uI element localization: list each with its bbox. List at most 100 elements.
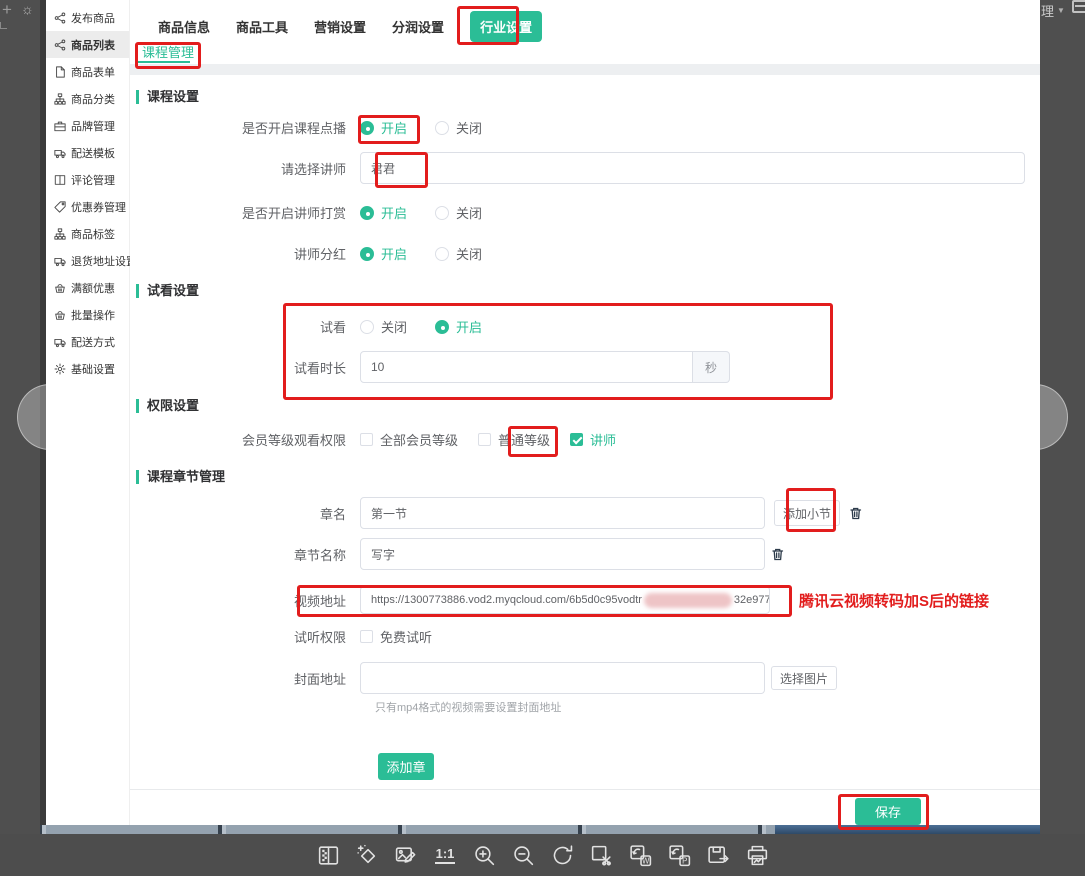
image-viewer-toolbar: 1:1 <box>0 834 1085 876</box>
tip-off-radio[interactable]: 关闭 <box>435 203 482 222</box>
chapter-name-row: 章名 第一节 添加小节 <box>130 497 1040 529</box>
free-audition-checkbox[interactable]: 免费试听 <box>360 627 432 646</box>
tip-on-radio[interactable]: 开启 <box>360 203 407 222</box>
sidebar-item-publish-product[interactable]: 发布商品 <box>46 4 129 31</box>
zoom-in-icon[interactable] <box>471 842 497 868</box>
section-trial-settings: 试看设置 <box>136 284 199 298</box>
viewed-screenshot: 发布商品 商品列表 商品表单 商品分类 品牌管理 配送模板 评论管理 优惠券管理… <box>40 0 1040 834</box>
member-level-row: 会员等级观看权限 全部会员等级 普通等级 讲师 <box>130 430 1040 449</box>
edit-image-icon[interactable] <box>393 842 419 868</box>
chevron-down-icon: ▼ <box>1057 6 1065 15</box>
checkbox-icon <box>360 433 373 446</box>
magic-eraser-icon[interactable] <box>354 842 380 868</box>
radio-off-icon <box>435 121 449 135</box>
sidebar-item-product-category[interactable]: 商品分类 <box>46 85 129 112</box>
brightness-icon: ☼ <box>21 1 34 17</box>
file-icon <box>54 66 66 78</box>
next-image-button[interactable] <box>1002 384 1068 450</box>
section-permission-settings: 权限设置 <box>136 399 199 413</box>
annotation-video-note: 腾讯云视频转码加S后的链接 <box>799 590 989 611</box>
audition-row: 试听权限 免费试听 <box>130 627 1040 646</box>
tab-product-tools[interactable]: 商品工具 <box>236 11 288 42</box>
sidebar-item-delivery-method[interactable]: 配送方式 <box>46 328 129 355</box>
truck-icon <box>54 147 66 159</box>
dividend-on-radio[interactable]: 开启 <box>360 244 407 263</box>
add-chapter-button[interactable]: 添加章 <box>378 753 434 780</box>
print-icon[interactable] <box>744 842 770 868</box>
annotation-box-vod-on <box>358 115 420 144</box>
choose-image-button[interactable]: 选择图片 <box>771 666 837 690</box>
share-icon <box>54 12 66 24</box>
compare-icon[interactable] <box>315 842 341 868</box>
cover-url-input[interactable] <box>360 662 765 694</box>
chevron-left-icon <box>41 408 59 426</box>
cover-hint-text: 只有mp4格式的视频需要设置封面地址 <box>375 699 561 715</box>
sitemap-icon <box>54 228 66 240</box>
sidebar-item-delivery-template[interactable]: 配送模板 <box>46 139 129 166</box>
annotation-box-course-subtab <box>135 42 201 69</box>
checkbox-icon <box>360 630 373 643</box>
tip-row: 是否开启讲师打赏 开启 关闭 <box>130 203 1040 222</box>
section-course-settings: 课程设置 <box>136 90 199 104</box>
sidebar-item-basic-settings[interactable]: 基础设置 <box>46 355 129 382</box>
sidebar-item-product-tags[interactable]: 商品标签 <box>46 220 129 247</box>
rotate-icon[interactable] <box>549 842 575 868</box>
briefcase-icon <box>54 120 66 132</box>
radio-off-icon <box>435 206 449 220</box>
sidebar-item-product-list[interactable]: 商品列表 <box>46 31 129 58</box>
viewer-window-icon[interactable] <box>1072 0 1085 13</box>
truck-icon <box>54 255 66 267</box>
dividend-off-radio[interactable]: 关闭 <box>435 244 482 263</box>
viewer-process-menu[interactable]: 理 ▼ <box>1041 1 1065 20</box>
sidebar-item-full-discount[interactable]: 满额优惠 <box>46 274 129 301</box>
chevron-right-icon <box>1026 408 1044 426</box>
radio-off-icon <box>435 247 449 261</box>
section-name-row: 章节名称 写字 <box>130 538 1040 570</box>
tab-profit-settings[interactable]: 分润设置 <box>392 11 444 42</box>
actual-size-icon[interactable]: 1:1 <box>432 842 458 868</box>
basket-icon <box>54 282 66 294</box>
checkbox-icon <box>478 433 491 446</box>
vod-off-radio[interactable]: 关闭 <box>435 118 482 137</box>
chapter-name-input[interactable]: 第一节 <box>360 497 765 529</box>
annotation-box-instructor-value <box>375 152 428 188</box>
delete-chapter-icon[interactable] <box>849 506 862 520</box>
gear-icon <box>54 363 66 375</box>
columns-icon <box>54 174 66 186</box>
tab-marketing-settings[interactable]: 营销设置 <box>314 11 366 42</box>
annotation-box-save <box>838 794 929 830</box>
sidebar-item-coupon-management[interactable]: 优惠券管理 <box>46 193 129 220</box>
sidebar-item-comment-management[interactable]: 评论管理 <box>46 166 129 193</box>
annotation-box-video-url <box>297 585 792 617</box>
sidebar-item-return-address[interactable]: 退货地址设置 <box>46 247 129 274</box>
zoom-out-icon[interactable] <box>510 842 536 868</box>
sidebar-item-batch-operation[interactable]: 批量操作 <box>46 301 129 328</box>
delete-section-icon[interactable] <box>771 547 784 561</box>
all-member-level-checkbox[interactable]: 全部会员等级 <box>360 430 458 449</box>
save-as-icon[interactable] <box>705 842 731 868</box>
image-to-pdf-icon[interactable] <box>666 842 692 868</box>
annotation-box-instructor-checkbox <box>508 426 558 457</box>
tab-product-info[interactable]: 商品信息 <box>158 11 210 42</box>
radio-on-icon <box>360 247 374 261</box>
share-icon <box>54 39 66 51</box>
truck-icon <box>54 336 66 348</box>
viewer-crosshair-icon: + <box>2 0 12 20</box>
instructor-checkbox[interactable]: 讲师 <box>570 430 616 449</box>
instructor-input[interactable]: 君君 <box>360 152 1025 184</box>
cover-url-row: 封面地址 选择图片 <box>130 662 1040 694</box>
vod-row: 是否开启课程点播 开启 关闭 <box>130 118 1040 137</box>
instructor-row: 请选择讲师 君君 <box>130 152 1040 184</box>
dividend-row: 讲师分红 开启 关闭 <box>130 244 1040 263</box>
previous-image-button[interactable] <box>17 384 83 450</box>
section-name-input[interactable]: 写字 <box>360 538 765 570</box>
screenshot-cut-icon[interactable] <box>588 842 614 868</box>
basket-icon <box>54 309 66 321</box>
annotation-box-industry-tab <box>457 6 519 45</box>
sitemap-icon <box>54 93 66 105</box>
image-to-word-icon[interactable] <box>627 842 653 868</box>
section-chapter-management: 课程章节管理 <box>136 470 225 484</box>
checkbox-checked-icon <box>570 433 583 446</box>
sidebar-item-brand-management[interactable]: 品牌管理 <box>46 112 129 139</box>
sidebar-item-product-form[interactable]: 商品表单 <box>46 58 129 85</box>
